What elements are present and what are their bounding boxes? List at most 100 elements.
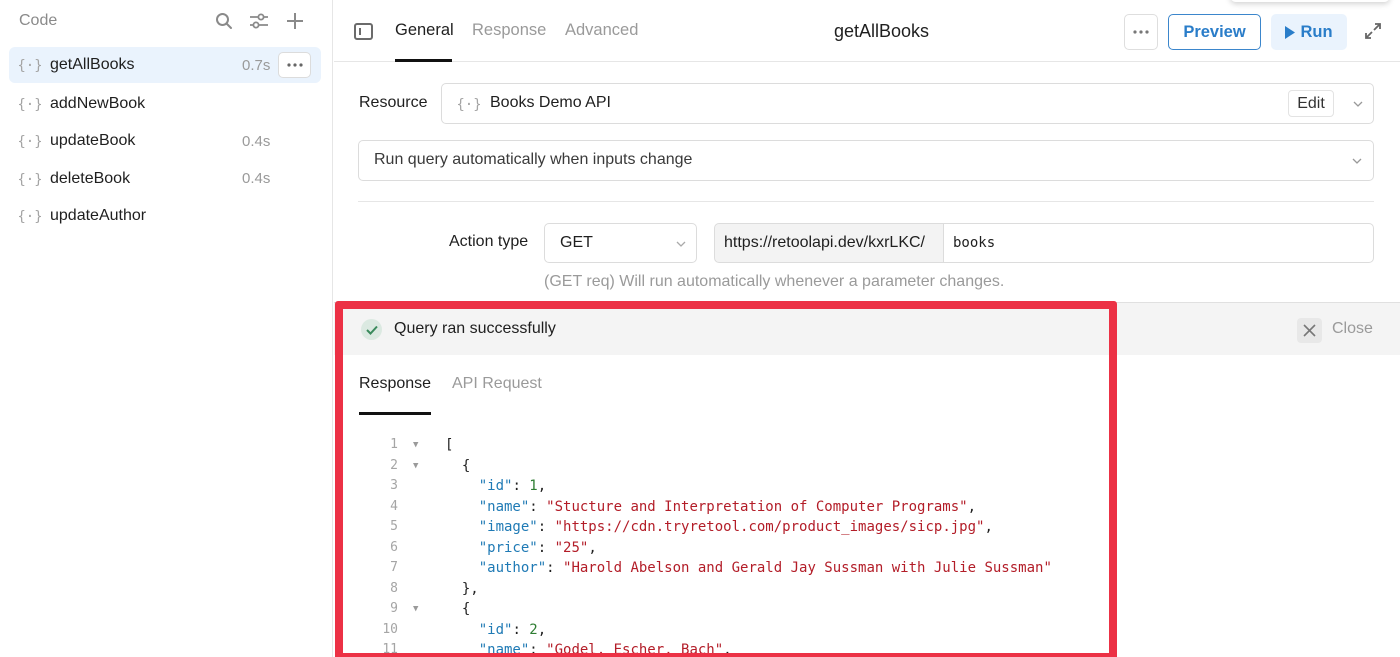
chevron-down-icon [1352, 158, 1362, 164]
query-name: getAllBooks [50, 56, 135, 73]
line-number: 11 [382, 642, 398, 657]
code-text: "name": "Stucture and Interpretation of … [478, 498, 977, 515]
tooltip-edge [1230, 0, 1390, 2]
close-button[interactable]: Close [1332, 320, 1373, 338]
code-text: [ [445, 437, 454, 453]
more-options-button[interactable] [278, 52, 311, 78]
ellipsis-icon [1133, 30, 1149, 34]
line-number: 1 [390, 437, 398, 452]
query-title[interactable]: getAllBooks [834, 21, 929, 42]
code-line: 5 "image": "https://cdn.tryretool.com/pr… [358, 517, 1118, 538]
fold-toggle-icon[interactable]: ▼ [413, 599, 418, 620]
query-item-deletebook[interactable]: {·} deleteBook 0.4s [9, 160, 321, 198]
query-toolbar: General Response Advanced getAllBooks Pr… [334, 0, 1400, 62]
code-text: "author": "Harold Abelson and Gerald Jay… [478, 560, 1052, 576]
svg-text:{·}: {·} [19, 58, 41, 74]
rest-api-icon: {·} [19, 209, 41, 225]
code-line: 9 ▼ { [358, 599, 1118, 620]
action-type-select[interactable]: GET [544, 223, 697, 263]
line-number: 8 [390, 580, 398, 596]
line-number: 9 [390, 601, 398, 616]
plus-icon[interactable] [284, 10, 306, 32]
expand-icon[interactable] [1364, 22, 1382, 40]
tab-general[interactable]: General [395, 21, 454, 40]
code-line: 1 ▼ [ [358, 435, 1118, 456]
url-path-input[interactable]: books [943, 223, 1374, 263]
code-line: 6 "price": "25", [358, 538, 1118, 559]
rest-api-icon: {·} [19, 58, 41, 74]
success-check-icon [361, 319, 382, 340]
rest-api-icon: {·} [19, 97, 41, 113]
chevron-down-icon [1353, 101, 1363, 107]
svg-text:{·}: {·} [19, 97, 41, 113]
code-sidebar: Code {·} getAllBooks 0.7s {·} [0, 0, 333, 657]
tab-response[interactable]: Response [472, 21, 546, 40]
tab-advanced[interactable]: Advanced [565, 21, 638, 40]
line-number: 4 [390, 498, 398, 514]
line-number: 3 [390, 478, 398, 493]
ellipsis-icon [286, 63, 303, 67]
resource-label: Resource [359, 94, 428, 111]
more-actions-button[interactable] [1124, 14, 1158, 50]
action-type-label: Action type [449, 233, 529, 250]
active-tab-indicator [395, 59, 452, 62]
query-list: {·} getAllBooks 0.7s {·} addNewBook {·} … [9, 47, 321, 235]
action-type-value: GET [560, 234, 593, 251]
query-editor: Code {·} getAllBooks 0.7s {·} [0, 0, 1400, 657]
query-item-updateauthor[interactable]: {·} updateAuthor [9, 198, 321, 236]
code-text: { [445, 601, 471, 617]
query-runtime: 0.4s [242, 132, 271, 150]
line-number: 10 [382, 621, 398, 637]
query-name: updateAuthor [50, 207, 147, 225]
tab-api-request[interactable]: API Request [452, 375, 542, 393]
resource-value: Books Demo API [490, 94, 611, 111]
rest-api-icon: {·} [19, 134, 41, 150]
code-line: 7 "author": "Harold Abelson and Gerald J… [358, 558, 1118, 579]
run-mode-select[interactable]: Run query automatically when inputs chan… [358, 140, 1374, 181]
line-number: 7 [390, 560, 398, 575]
svg-text:{·}: {·} [19, 134, 41, 150]
toggle-sidebar-icon[interactable] [354, 23, 373, 40]
run-mode-value: Run query automatically when inputs chan… [374, 151, 693, 168]
rest-api-icon: {·} [19, 172, 41, 188]
query-runtime: 0.4s [242, 170, 271, 188]
query-runtime: 0.7s [242, 56, 271, 74]
close-icon[interactable] [1297, 318, 1322, 343]
code-text: "image": "https://cdn.tryretool.com/prod… [478, 519, 993, 535]
query-name: updateBook [50, 132, 136, 150]
code-line: 2 ▼ { [358, 456, 1118, 477]
play-icon [1285, 25, 1296, 39]
query-name: deleteBook [50, 169, 131, 187]
search-icon[interactable] [213, 10, 235, 32]
results-header: Query ran successfully Close [334, 303, 1400, 355]
filter-icon[interactable] [248, 10, 270, 32]
query-item-addnewbook[interactable]: {·} addNewBook [9, 85, 321, 123]
query-item-getallbooks[interactable]: {·} getAllBooks 0.7s [9, 47, 321, 83]
query-name: addNewBook [50, 94, 146, 112]
resource-select[interactable]: {·} Books Demo API Edit [441, 83, 1374, 124]
code-line: 3 "id": 1, [358, 476, 1118, 497]
preview-button[interactable]: Preview [1168, 14, 1261, 50]
code-text: "price": "25", [478, 539, 597, 556]
code-text: "name": "Godel, Escher, Bach", [478, 642, 732, 657]
run-button[interactable]: Run [1271, 14, 1347, 50]
active-tab-indicator [359, 412, 431, 415]
svg-text:{·}: {·} [19, 172, 41, 188]
rest-api-icon: {·} [458, 97, 480, 113]
base-url: https://retoolapi.dev/kxrLKC/ [714, 223, 944, 263]
chevron-down-icon [676, 241, 686, 247]
fold-toggle-icon[interactable]: ▼ [413, 456, 418, 477]
line-number: 5 [390, 519, 398, 534]
query-results-panel: Query ran successfully Close Response AP… [334, 302, 1400, 657]
sidebar-title: Code [19, 12, 58, 29]
preview-label: Preview [1183, 22, 1246, 41]
code-line: 10 "id": 2, [358, 620, 1118, 641]
action-type-hint: (GET req) Will run automatically wheneve… [544, 273, 1005, 290]
response-json-viewer[interactable]: 1 ▼ [2 ▼ {3 "id": 1, 4 "name": "Stucture and… [358, 435, 1118, 657]
query-item-updatebook[interactable]: {·} updateBook 0.4s [9, 123, 321, 161]
tab-response[interactable]: Response [359, 375, 431, 393]
code-text: "id": 2, [478, 621, 547, 638]
edit-resource-button[interactable]: Edit [1288, 90, 1334, 117]
code-text: { [445, 457, 471, 474]
fold-toggle-icon[interactable]: ▼ [413, 435, 418, 456]
